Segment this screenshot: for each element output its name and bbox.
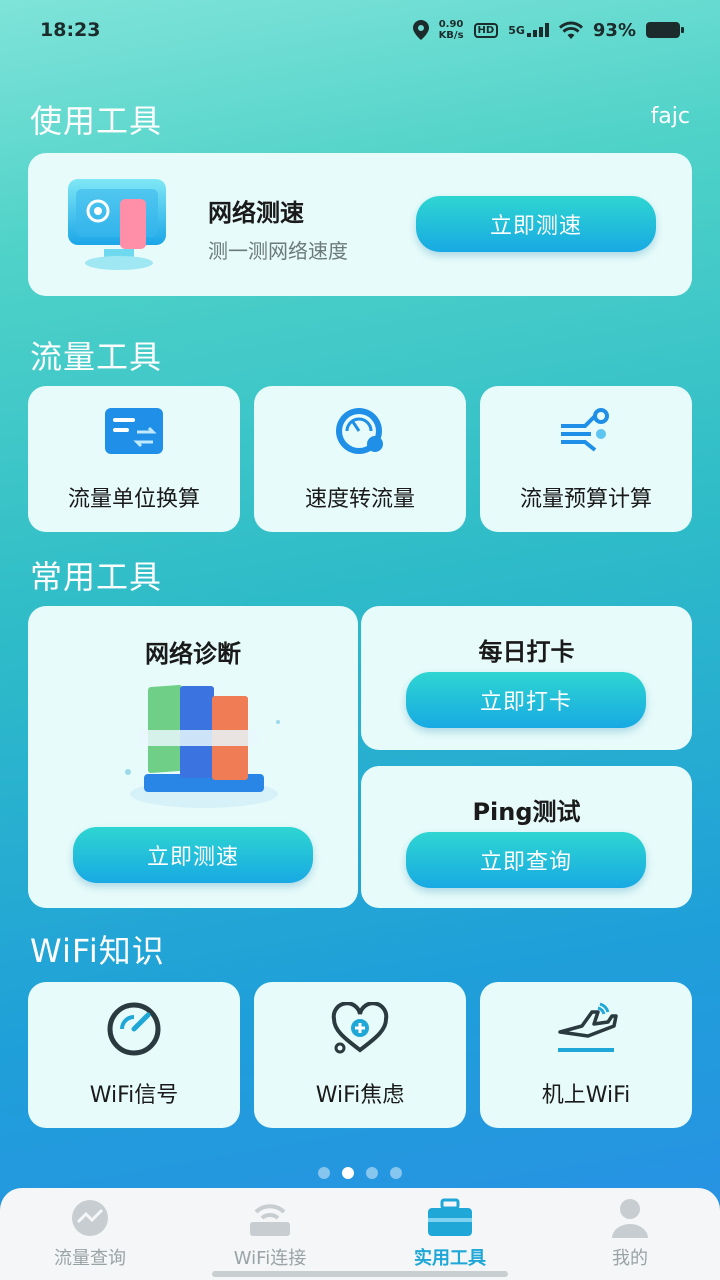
signal-label: 5G [508, 24, 525, 37]
user-tag: fajc [650, 104, 690, 129]
user-icon [612, 1199, 648, 1238]
net-speed-value: 0.90 [438, 19, 464, 30]
conversion-icon [105, 408, 163, 454]
inflight-wifi-card[interactable]: 机上WiFi [480, 982, 692, 1128]
signal-gauge-icon [107, 1002, 161, 1056]
wifi-status-icon [558, 21, 583, 39]
tab-label: 我的 [612, 1248, 648, 1269]
page-dot[interactable] [366, 1167, 378, 1179]
speed-test-subtitle: 测一测网络速度 [208, 239, 348, 263]
network-diagnose-title: 网络诊断 [145, 640, 241, 668]
diagnose-button[interactable]: 立即测速 [73, 827, 313, 883]
speed-test-button[interactable]: 立即测速 [416, 196, 656, 252]
tab-wifi-connect[interactable]: WiFi连接 [180, 1188, 360, 1270]
hd-badge: HD [473, 22, 499, 38]
traffic-tool-label: 流量单位换算 [67, 487, 200, 512]
ping-test-title: Ping测试 [472, 798, 581, 826]
traffic-icon [72, 1200, 108, 1236]
toolbox-icon [428, 1198, 472, 1236]
battery-icon [646, 22, 684, 38]
tab-practical-tools[interactable]: 实用工具 [360, 1188, 540, 1270]
checkin-button[interactable]: 立即打卡 [406, 672, 646, 728]
tab-traffic-query[interactable]: 流量查询 [0, 1188, 180, 1270]
ping-test-card[interactable]: Ping测试 立即查询 [361, 766, 692, 908]
net-speed: 0.90 KB/s [439, 19, 464, 41]
page-dot[interactable] [390, 1167, 402, 1179]
section-title-traffic-tools: 流量工具 [30, 338, 163, 376]
signal-5g: 5G [508, 23, 549, 37]
wifi-signal-card[interactable]: WiFi信号 [28, 982, 240, 1128]
daily-checkin-title: 每日打卡 [478, 638, 575, 666]
tab-label: 流量查询 [54, 1248, 126, 1269]
monitor-speed-icon [68, 179, 166, 270]
diagnose-illustration [125, 685, 280, 808]
wifi-anxiety-card[interactable]: WiFi焦虑 [254, 982, 466, 1128]
airplane-wifi-icon [558, 1002, 618, 1052]
speed-test-card[interactable]: 网络测速 测一测网络速度 立即测速 [28, 153, 692, 296]
cell-signal-icon [526, 23, 549, 37]
home-indicator [212, 1271, 508, 1277]
location-icon [412, 20, 429, 40]
tab-mine[interactable]: 我的 [540, 1188, 720, 1270]
section-title-wifi-knowledge: WiFi知识 [30, 932, 165, 970]
wifi-knowledge-label: WiFi信号 [89, 1083, 179, 1108]
traffic-tool-label: 速度转流量 [304, 487, 415, 512]
traffic-tool-speed-to-traffic[interactable]: 速度转流量 [254, 386, 466, 532]
speedometer-icon [336, 408, 383, 454]
router-icon [250, 1204, 290, 1236]
page-dot[interactable] [318, 1167, 330, 1179]
daily-checkin-card[interactable]: 每日打卡 立即打卡 [361, 606, 692, 750]
status-time: 18:23 [40, 19, 101, 41]
tab-label: WiFi连接 [233, 1248, 307, 1269]
section-title-common-tools: 常用工具 [30, 558, 163, 596]
traffic-tool-unit-conversion[interactable]: 流量单位换算 [28, 386, 240, 532]
wifi-knowledge-label: WiFi焦虑 [315, 1083, 405, 1108]
status-icons: 0.90 KB/s HD 5G 93% [412, 19, 684, 41]
heart-stethoscope-icon [331, 1002, 389, 1054]
budget-icon [561, 408, 609, 452]
section-title-use-tools: 使用工具 [30, 102, 163, 140]
traffic-tool-label: 流量预算计算 [519, 487, 652, 512]
wifi-knowledge-label: 机上WiFi [541, 1083, 631, 1108]
page-dot-active[interactable] [342, 1167, 354, 1179]
network-diagnose-card[interactable]: 网络诊断 立即测速 [28, 606, 358, 908]
tab-label: 实用工具 [414, 1248, 486, 1269]
battery-percent: 93% [592, 19, 636, 41]
net-speed-unit: KB/s [438, 30, 464, 41]
speed-test-title: 网络测速 [208, 199, 304, 227]
ping-button[interactable]: 立即查询 [406, 832, 646, 888]
status-bar: 18:23 0.90 KB/s HD 5G 93% [0, 0, 720, 60]
traffic-tool-budget[interactable]: 流量预算计算 [480, 386, 692, 532]
bottom-tab-bar: 流量查询 WiFi连接 实用工具 我的 [0, 1188, 720, 1280]
page-indicator [0, 1167, 720, 1179]
